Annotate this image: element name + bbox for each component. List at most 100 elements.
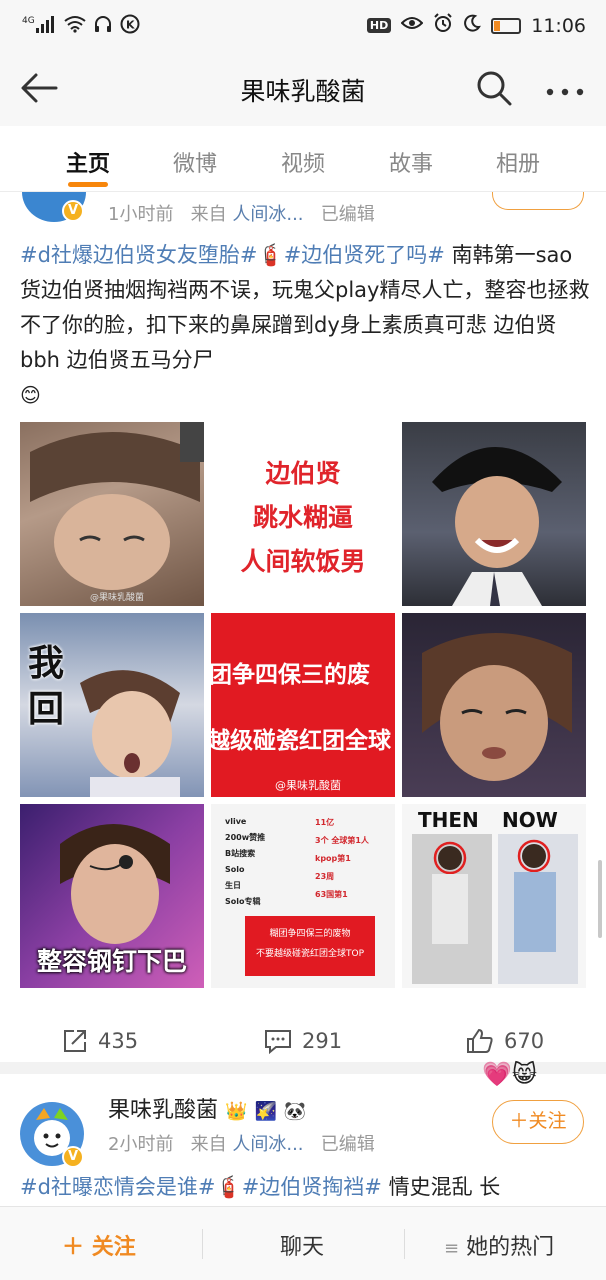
grid-image[interactable]: 整容钢钉下巴 bbox=[20, 804, 204, 988]
image-text-line: 边伯贤 bbox=[265, 459, 341, 488]
post-meta: 2小时前 来自 人间冰... 已编辑 bbox=[108, 1130, 375, 1156]
stats-values: 11亿 3个 全球第1人 kpop第1 23周 63国第1 bbox=[315, 818, 369, 899]
comment-icon bbox=[265, 1030, 291, 1054]
fire-cup-emoji-icon: 🧯 bbox=[215, 1175, 242, 1199]
face-photo-icon bbox=[30, 422, 204, 590]
page-title: 果味乳酸菌 bbox=[240, 77, 366, 106]
plus-icon: ＋ bbox=[62, 1235, 85, 1260]
watermark: @果味乳酸菌 bbox=[275, 779, 341, 792]
title-bar: 果味乳酸菌 bbox=[0, 50, 606, 126]
hd-icon: HD bbox=[366, 18, 392, 33]
grid-image[interactable] bbox=[402, 613, 586, 797]
red-banner: 糊团争四保三的废物 不要越级碰瓷红团全球TOP bbox=[245, 916, 375, 976]
active-tab-indicator bbox=[68, 182, 108, 187]
blush-emoji-icon: 😊 bbox=[20, 383, 41, 407]
svg-text:4G: 4G bbox=[22, 16, 35, 26]
comparison-photo-icon bbox=[412, 834, 578, 984]
grid-image[interactable] bbox=[402, 422, 586, 606]
bottom-bar: ＋ 关注 聊天 ≡ 她的热门 bbox=[0, 1206, 606, 1280]
more-options-icon[interactable] bbox=[545, 84, 585, 97]
like-button[interactable]: 670 bbox=[466, 1028, 544, 1054]
verified-badge-icon: V bbox=[62, 200, 84, 222]
comment-count: 291 bbox=[302, 1029, 343, 1053]
thumbs-up-icon bbox=[467, 1028, 493, 1053]
panda-badge-icon: 🐼 bbox=[283, 1101, 307, 1122]
username[interactable]: 果味乳酸菌 👑 🌠 🐼 bbox=[108, 1092, 306, 1124]
grid-image[interactable]: 我 回 bbox=[20, 613, 204, 797]
grid-image[interactable]: vlive 200w赞推 B站搜索 Solo 生日 Solo专辑 11亿 3个 … bbox=[211, 804, 395, 988]
like-count: 670 bbox=[504, 1029, 545, 1053]
grid-image[interactable]: THEN NOW bbox=[402, 804, 586, 988]
battery-icon bbox=[491, 17, 522, 34]
eye-icon bbox=[400, 15, 424, 36]
tab-video[interactable]: 视频 bbox=[263, 146, 343, 178]
comment-button[interactable]: 291 bbox=[264, 1028, 342, 1054]
grid-image[interactable]: 边伯贤 跳水糊逼 人间软饭男 bbox=[211, 422, 395, 606]
post-source[interactable]: 人间冰... bbox=[232, 1134, 303, 1155]
face-photo-icon bbox=[432, 447, 562, 606]
follow-user-button[interactable]: ＋ 关注 bbox=[62, 1229, 136, 1261]
search-icon[interactable] bbox=[474, 68, 514, 108]
image-text-line: 越级碰瓷红团全球 bbox=[211, 728, 391, 754]
tab-story[interactable]: 故事 bbox=[371, 146, 451, 178]
image-grid: @果味乳酸菌 边伯贤 跳水糊逼 人间软饭男 我 回 团争四保三的废 越级碰瓷红团… bbox=[20, 422, 586, 988]
cat-hearts-decoration-icon: 💗😸 bbox=[482, 1060, 537, 1088]
follow-button[interactable] bbox=[492, 192, 584, 210]
edited-label: 已编辑 bbox=[320, 204, 375, 225]
hashtag-link[interactable]: #边伯贤死了吗# bbox=[284, 243, 445, 267]
post-meta: 1小时前 来自 人间冰... 已编辑 bbox=[108, 200, 375, 226]
wifi-icon bbox=[64, 15, 86, 38]
hashtag-link[interactable]: #d社曝恋情会是谁# bbox=[20, 1175, 216, 1199]
stats-list: vlive 200w赞推 B站搜索 Solo 生日 Solo专辑 bbox=[225, 817, 266, 906]
post-body: 情史混乱 长 bbox=[388, 1175, 501, 1199]
post-text: #d社曝恋情会是谁#🧯#边伯贤掏裆# 情史混乱 长 bbox=[20, 1170, 600, 1205]
post-time: 1小时前 bbox=[108, 204, 174, 225]
headphones-icon bbox=[94, 15, 112, 38]
edited-label: 已编辑 bbox=[320, 1134, 375, 1155]
post-source[interactable]: 人间冰... bbox=[232, 204, 303, 225]
source-prefix: 来自 bbox=[190, 1134, 227, 1155]
tab-album[interactable]: 相册 bbox=[478, 146, 558, 178]
status-bar: 4G K HD 11:06 bbox=[0, 0, 606, 50]
post-card: V 果味乳酸菌 👑 🌠 🐼 2小时前 来自 人间冰... 已编辑 💗😸 ＋关注 … bbox=[0, 1060, 606, 1206]
list-icon: ≡ bbox=[444, 1238, 460, 1259]
feed[interactable]: V 1小时前 来自 人间冰... 已编辑 #d社爆边伯贤女友堕胎#🧯#边伯贤死了… bbox=[0, 192, 606, 1206]
post-text: #d社爆边伯贤女友堕胎#🧯#边伯贤死了吗# 南韩第一sao货边伯贤抽烟掏裆两不误… bbox=[20, 238, 590, 413]
repost-count: 435 bbox=[98, 1029, 139, 1053]
shooting-star-badge-icon: 🌠 bbox=[254, 1101, 277, 1122]
grid-image[interactable]: 团争四保三的废 越级碰瓷红团全球 @果味乳酸菌 bbox=[211, 613, 395, 797]
separator bbox=[404, 1229, 405, 1259]
tab-weibo[interactable]: 微博 bbox=[155, 146, 235, 178]
image-text-line: 团争四保三的废 bbox=[211, 662, 370, 688]
watermark: @果味乳酸菌 bbox=[90, 593, 145, 603]
separator bbox=[202, 1229, 203, 1259]
repost-button[interactable]: 435 bbox=[62, 1028, 138, 1054]
hashtag-link[interactable]: #边伯贤掏裆# bbox=[242, 1175, 382, 1199]
clock: 11:06 bbox=[531, 14, 586, 37]
post-actions: 435 291 670 bbox=[0, 1022, 606, 1062]
image-caption: 整容钢钉下巴 bbox=[36, 947, 187, 976]
profile-tabs: 主页 微博 视频 故事 相册 bbox=[0, 126, 606, 192]
share-icon bbox=[64, 1030, 86, 1052]
crown-badge-icon: 👑 bbox=[225, 1101, 248, 1122]
image-text-line: 人间软饭男 bbox=[240, 547, 366, 576]
svg-text:K: K bbox=[126, 19, 135, 32]
source-prefix: 来自 bbox=[190, 204, 227, 225]
tab-home[interactable]: 主页 bbox=[48, 146, 128, 178]
fire-cup-emoji-icon: 🧯 bbox=[257, 243, 284, 267]
image-text-char: 回 bbox=[28, 689, 65, 730]
signal-icon: 4G bbox=[22, 14, 56, 39]
hot-posts-button[interactable]: ≡ 她的热门 bbox=[444, 1229, 554, 1261]
image-text-char: 我 bbox=[28, 643, 65, 684]
face-photo-icon bbox=[422, 633, 572, 781]
hashtag-link[interactable]: #d社爆边伯贤女友堕胎# bbox=[20, 243, 258, 267]
k-app-icon: K bbox=[120, 14, 140, 39]
follow-button[interactable]: ＋关注 bbox=[492, 1100, 584, 1144]
scrollbar[interactable] bbox=[598, 860, 602, 938]
post-time: 2小时前 bbox=[108, 1134, 174, 1155]
moon-icon bbox=[463, 14, 482, 37]
chat-button[interactable]: 聊天 bbox=[280, 1229, 324, 1261]
verified-badge-icon: V bbox=[62, 1146, 84, 1168]
grid-image[interactable]: @果味乳酸菌 bbox=[20, 422, 204, 606]
image-text-line: 跳水糊逼 bbox=[252, 503, 353, 532]
